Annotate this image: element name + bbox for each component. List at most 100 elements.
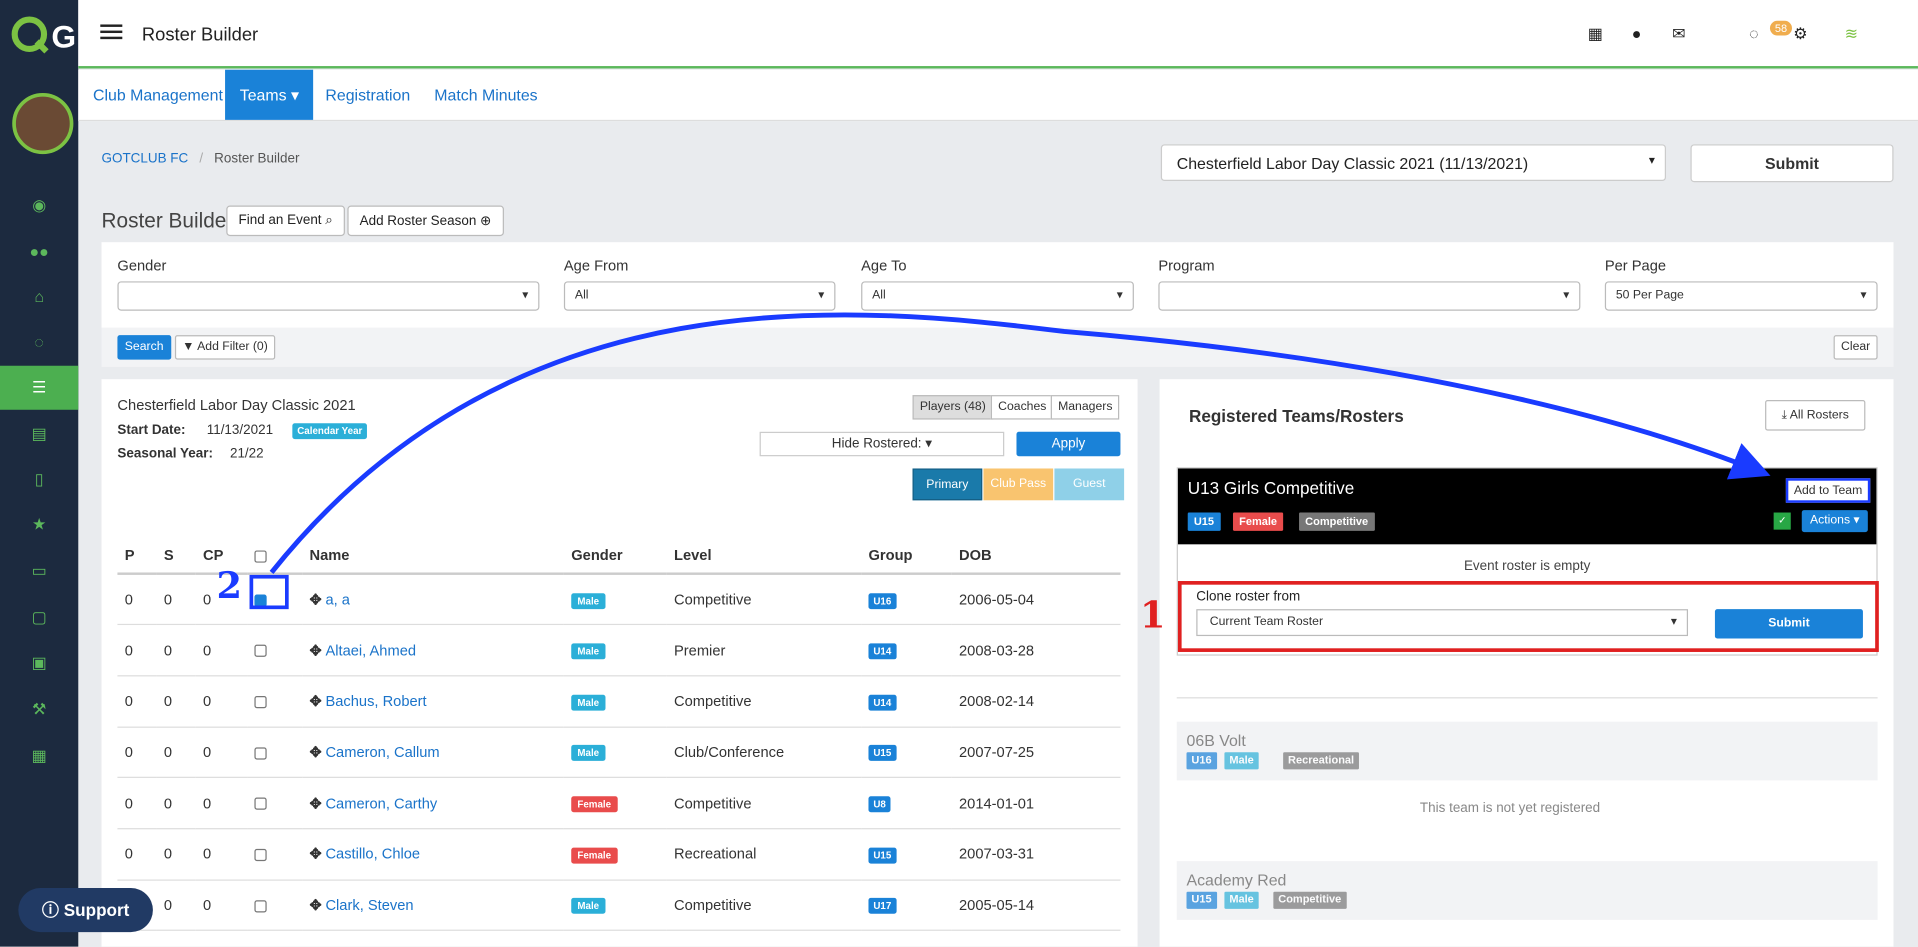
svg-text:G: G xyxy=(51,19,75,55)
move-icon[interactable]: ✥ xyxy=(309,744,321,761)
users-icon[interactable]: ●● xyxy=(0,229,78,273)
col-gender[interactable]: Gender xyxy=(563,538,667,575)
managers-toggle[interactable]: Managers xyxy=(1050,395,1120,420)
all-rosters-button[interactable]: ⤓ All Rosters xyxy=(1765,399,1866,431)
hide-rostered-dropdown[interactable]: Hide Rostered: ▾ xyxy=(759,431,1005,457)
tab-match-minutes[interactable]: Match Minutes xyxy=(420,70,553,120)
players-toggle[interactable]: Players (48) xyxy=(912,395,994,420)
cell-level: Competitive xyxy=(666,777,862,830)
document-icon[interactable]: ▯ xyxy=(0,457,78,501)
guest-toggle[interactable]: Guest xyxy=(1054,468,1125,501)
per-page-select[interactable]: 50 Per Page ▾ xyxy=(1604,281,1878,311)
star-icon[interactable]: ★ xyxy=(0,503,78,547)
age-from-label: Age From xyxy=(563,256,629,274)
user-icon[interactable]: ● xyxy=(1632,24,1642,42)
select-all-checkbox[interactable] xyxy=(254,550,267,563)
event-select[interactable]: Chesterfield Labor Day Classic 2021 (11/… xyxy=(1160,144,1666,182)
table-row: 0 0 0 ✥ Cameron, Carthy Female Competitive U8 20… xyxy=(117,777,1121,830)
file-icon[interactable]: ▢ xyxy=(0,596,78,640)
home-icon[interactable]: ⌂ xyxy=(0,274,78,318)
player-name-link[interactable]: Castillo, Chloe xyxy=(325,846,420,863)
col-name[interactable]: Name xyxy=(302,538,564,575)
row-checkbox[interactable] xyxy=(254,798,267,811)
col-group[interactable]: Group xyxy=(861,538,952,575)
row-checkbox[interactable] xyxy=(254,645,267,658)
comment-icon[interactable]: ◌ xyxy=(1749,24,1758,42)
dashboard-icon[interactable]: ◉ xyxy=(0,183,78,227)
clone-roster-select[interactable]: Current Team Roster ▾ xyxy=(1196,609,1689,637)
player-name-link[interactable]: Altaei, Ahmed xyxy=(325,642,416,659)
player-name-link[interactable]: Cameron, Carthy xyxy=(325,795,437,812)
move-icon[interactable]: ✥ xyxy=(309,846,321,863)
clear-button[interactable]: Clear xyxy=(1833,335,1878,360)
coaches-toggle[interactable]: Coaches xyxy=(990,395,1054,420)
cell-level: Club/Conference xyxy=(666,726,862,779)
roster-icon[interactable]: ☰ xyxy=(0,365,79,410)
age-to-select[interactable]: All ▾ xyxy=(861,281,1134,311)
club-pass-toggle[interactable]: Club Pass xyxy=(983,468,1054,501)
player-name-link[interactable]: Clark, Steven xyxy=(325,897,413,914)
gear-icon[interactable]: ⚙ xyxy=(1793,24,1807,44)
add-roster-season-button[interactable]: Add Roster Season ⊕ xyxy=(347,205,504,237)
table-icon[interactable]: ▤ xyxy=(0,412,78,456)
row-checkbox[interactable] xyxy=(254,900,267,913)
find-event-button[interactable]: Find an Event ⌕ xyxy=(226,205,346,237)
row-checkbox[interactable] xyxy=(254,747,267,760)
gender-badge: Male xyxy=(571,643,606,660)
qr-icon[interactable]: ▦ xyxy=(1588,24,1603,44)
move-icon[interactable]: ✥ xyxy=(309,795,321,812)
player-name-link[interactable]: Bachus, Robert xyxy=(325,693,426,710)
group-badge: U15 xyxy=(868,847,897,864)
support-button[interactable]: ⓘ Support xyxy=(18,888,153,933)
move-icon[interactable]: ✥ xyxy=(309,693,321,710)
app-logo[interactable]: G xyxy=(0,0,78,68)
col-dob[interactable]: DOB xyxy=(951,538,1121,575)
gender-badge: Male xyxy=(571,898,606,915)
gender-select[interactable]: ▾ xyxy=(117,281,540,311)
chat-icon[interactable]: ◌ xyxy=(0,319,78,363)
cell-name: ✥ Clark, Steven xyxy=(302,879,564,932)
tab-club-management[interactable]: Club Management xyxy=(78,70,237,120)
move-icon[interactable]: ✥ xyxy=(309,642,321,659)
breadcrumb-club[interactable]: GOTCLUB FC xyxy=(102,152,189,167)
avatar[interactable] xyxy=(12,92,74,155)
move-icon[interactable]: ✥ xyxy=(309,897,321,914)
cell-select xyxy=(247,675,303,728)
menu-icon[interactable] xyxy=(100,24,123,42)
col-s[interactable]: S xyxy=(156,538,196,575)
cell-group: U14 xyxy=(861,675,952,728)
brand-icon[interactable]: ≋ xyxy=(1845,24,1858,44)
col-level[interactable]: Level xyxy=(666,538,862,575)
row-checkbox[interactable] xyxy=(254,696,267,709)
primary-toggle[interactable]: Primary xyxy=(912,468,983,501)
calendar-icon[interactable]: ▦ xyxy=(0,734,78,778)
search-button[interactable]: Search xyxy=(117,335,171,360)
player-name-link[interactable]: a, a xyxy=(325,591,349,608)
program-select[interactable]: ▾ xyxy=(1158,281,1581,311)
table-row: 0 0 0 ✥ Bachus, Robert Male Competitive U14 2008… xyxy=(117,675,1121,728)
player-name-link[interactable]: Cameron, Callum xyxy=(325,744,439,761)
tab-teams[interactable]: Teams ▾ xyxy=(225,69,314,120)
col-select[interactable] xyxy=(247,538,303,575)
team-gender-badge: Male xyxy=(1224,891,1259,909)
clone-submit-button[interactable]: Submit xyxy=(1714,609,1863,639)
col-p[interactable]: P xyxy=(117,538,157,575)
card-icon[interactable]: ▭ xyxy=(0,549,78,593)
move-icon[interactable]: ✥ xyxy=(309,591,321,608)
per-page-label: Per Page xyxy=(1604,256,1667,274)
add-filter-button[interactable]: ▼ Add Filter (0) xyxy=(174,335,276,360)
submit-button[interactable]: Submit xyxy=(1690,144,1894,183)
cell-group: U16 xyxy=(861,573,952,626)
table-row: 0 0 0 ✥ Cameron, Callum Male Club/Conference U1… xyxy=(117,726,1121,779)
check-icon[interactable]: ✓ xyxy=(1773,512,1791,530)
tab-registration[interactable]: Registration xyxy=(311,70,425,120)
bag-icon[interactable]: ▣ xyxy=(0,641,78,685)
row-checkbox[interactable] xyxy=(254,849,267,862)
filter-bar: Search ▼ Add Filter (0) Clear xyxy=(101,327,1894,367)
mail-icon[interactable]: ✉ xyxy=(1672,24,1685,44)
gavel-icon[interactable]: ⚒ xyxy=(0,687,78,731)
apply-button[interactable]: Apply xyxy=(1016,431,1121,457)
add-to-team-button[interactable]: Add to Team xyxy=(1785,478,1871,503)
age-from-select[interactable]: All ▾ xyxy=(563,281,836,311)
actions-dropdown[interactable]: Actions ▾ xyxy=(1801,510,1868,533)
